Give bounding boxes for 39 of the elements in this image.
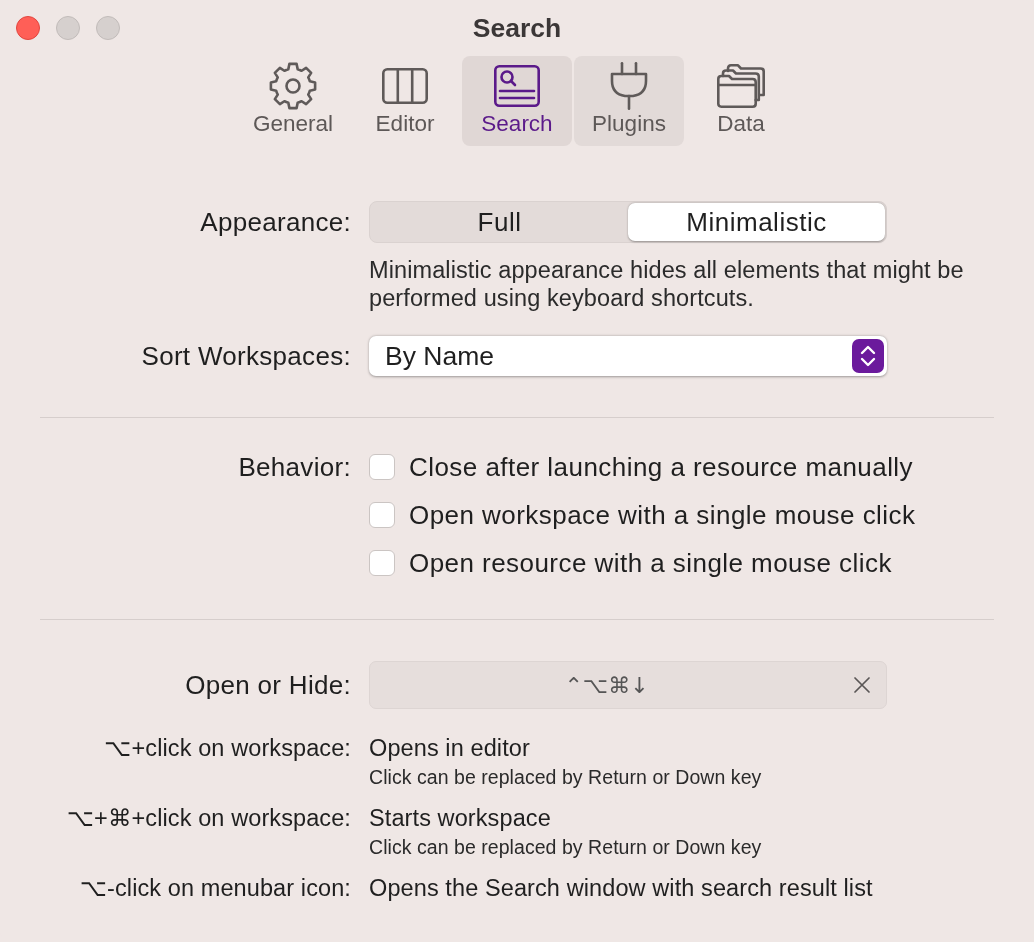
clear-button[interactable]: [854, 677, 870, 693]
checkbox-label[interactable]: Open resource with a single mouse click: [409, 549, 892, 577]
field-label: Behavior:: [237, 453, 351, 481]
search-panel-icon: [494, 65, 540, 107]
shortcut-label: ⌥-click on menubar icon:: [78, 874, 351, 902]
close-button[interactable]: [16, 16, 40, 40]
folders-icon: [717, 64, 765, 108]
toolbar-tab[interactable]: Editor: [350, 56, 460, 146]
field-label: Appearance:: [199, 208, 351, 236]
dropdown[interactable]: By Name: [369, 336, 887, 376]
field-label: Open or Hide:: [184, 671, 351, 699]
checkbox[interactable]: [369, 454, 395, 480]
shortcut-field[interactable]: ⌃⌥⌘↓: [369, 661, 887, 709]
checkbox[interactable]: [369, 502, 395, 528]
hint-text: Click can be replaced by Return or Down key: [369, 766, 763, 788]
columns-icon: [382, 68, 428, 104]
plug-icon: [609, 62, 649, 110]
close-icon: [854, 677, 870, 693]
stepper-icon: [852, 339, 884, 373]
action-text: Opens in editor: [369, 734, 531, 762]
action-text: Starts workspace: [369, 804, 552, 832]
segmented-control[interactable]: Full Minimalistic: [369, 201, 887, 243]
action-text: Opens the Search window with search result list: [369, 874, 874, 902]
checkbox-label[interactable]: Open workspace with a single mouse click: [409, 501, 916, 529]
segment-button[interactable]: Full: [371, 203, 628, 241]
shortcut-label: ⌥+click on workspace:: [103, 734, 351, 762]
segment-button[interactable]: Minimalistic: [628, 203, 885, 241]
field-label: Sort Workspaces:: [140, 342, 351, 370]
toolbar-tab[interactable]: Search: [462, 56, 572, 146]
checkbox-label[interactable]: Close after launching a resource manually: [409, 453, 914, 481]
toolbar-tab[interactable]: General: [238, 56, 348, 146]
toolbar-tab[interactable]: Plugins: [574, 56, 684, 146]
gear-icon: [269, 62, 317, 110]
window-title: Search: [472, 16, 562, 40]
help-text: Minimalistic appearance hides all elements that might be performed using keyboard shortcuts.: [369, 256, 965, 312]
checkbox[interactable]: [369, 550, 395, 576]
shortcut-label: ⌥+⌘+click on workspace:: [65, 804, 351, 832]
hint-text: Click can be replaced by Return or Down key: [369, 836, 763, 858]
toolbar-tab[interactable]: Data: [686, 56, 796, 146]
